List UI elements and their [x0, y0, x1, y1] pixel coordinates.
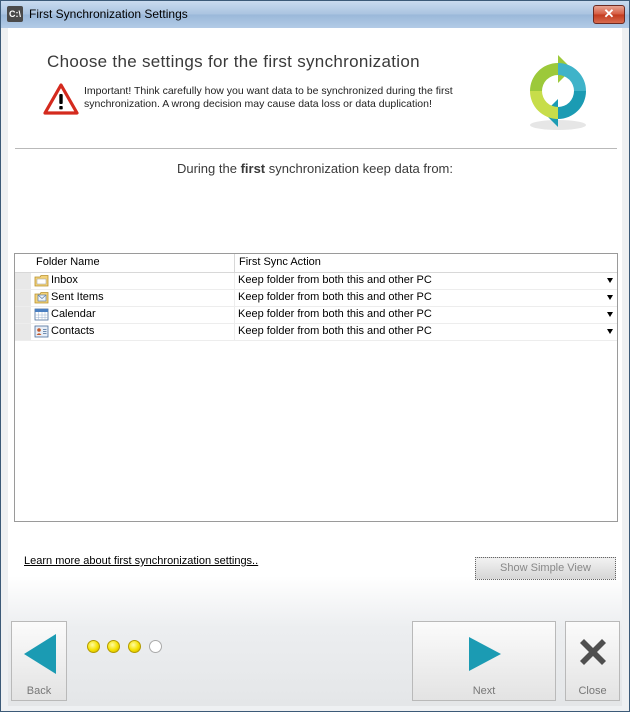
instruction-suffix: synchronization keep data from: [265, 161, 454, 176]
cell-divider [234, 324, 235, 340]
cell-divider [234, 273, 235, 289]
table-row[interactable]: Sent Items Keep folder from both this an… [15, 290, 617, 307]
progress-step-dot [107, 640, 120, 653]
table-row[interactable]: Inbox Keep folder from both this and oth… [15, 273, 617, 290]
dropdown-arrow-icon[interactable] [607, 329, 613, 334]
sync-action-select[interactable]: Keep folder from both this and other PC [238, 325, 432, 337]
contacts-icon [34, 325, 49, 338]
folder-name: Calendar [51, 308, 96, 320]
table-row[interactable]: Contacts Keep folder from both this and … [15, 324, 617, 341]
column-divider[interactable] [234, 254, 235, 272]
window-close-button[interactable]: ✕ [593, 5, 625, 24]
cell-divider [234, 307, 235, 323]
instruction-prefix: During the [176, 161, 241, 176]
row-selector[interactable] [15, 290, 31, 306]
next-button[interactable]: Next [412, 621, 556, 701]
sync-logo-icon [530, 55, 586, 130]
back-arrow-icon [24, 634, 56, 674]
calendar-icon [34, 308, 49, 321]
dialog-content: Choose the settings for the first synchr… [8, 28, 622, 706]
folder-settings-grid: Folder Name First Sync Action Inbox Keep… [14, 253, 618, 522]
dropdown-arrow-icon[interactable] [607, 278, 613, 283]
dropdown-arrow-icon[interactable] [607, 295, 613, 300]
back-button-label: Back [26, 685, 52, 697]
folder-name: Contacts [51, 325, 95, 337]
row-selector[interactable] [15, 273, 31, 289]
close-button-label: Close [578, 685, 607, 697]
sync-instruction: During the first synchronization keep da… [8, 161, 622, 176]
row-selector[interactable] [15, 324, 31, 340]
sync-action-select[interactable]: Keep folder from both this and other PC [238, 291, 432, 303]
next-button-label: Next [472, 685, 496, 697]
folder-name: Sent Items [51, 291, 104, 303]
folder-name: Inbox [51, 274, 78, 286]
instruction-emphasis: first [240, 161, 266, 176]
column-header-folder-name[interactable]: Folder Name [36, 256, 100, 268]
cell-divider [234, 290, 235, 306]
learn-more-link[interactable]: Learn more about first synchronization s… [24, 555, 258, 567]
back-button[interactable]: Back [11, 621, 67, 701]
grid-header: Folder Name First Sync Action [15, 254, 617, 273]
dropdown-arrow-icon[interactable] [607, 312, 613, 317]
title-bar[interactable]: C:\ First Synchronization Settings ✕ [1, 1, 629, 28]
window-title: First Synchronization Settings [29, 7, 188, 21]
row-selector[interactable] [15, 307, 31, 323]
sync-action-select[interactable]: Keep folder from both this and other PC [238, 308, 432, 320]
close-icon [580, 639, 606, 665]
app-icon: C:\ [7, 6, 23, 22]
table-row[interactable]: Calendar Keep folder from both this and … [15, 307, 617, 324]
warning-icon [43, 83, 79, 115]
inbox-folder-icon [34, 275, 49, 287]
progress-step-dot [149, 640, 162, 653]
header-divider [15, 148, 617, 149]
warning-text: Important! Think carefully how you want … [84, 85, 453, 110]
dialog-window: C:\ First Synchronization Settings ✕ Cho… [0, 0, 630, 712]
next-arrow-icon [469, 637, 501, 671]
show-simple-view-button[interactable]: Show Simple View [475, 557, 616, 580]
progress-step-dot [128, 640, 141, 653]
column-header-first-sync-action[interactable]: First Sync Action [239, 256, 321, 268]
close-button[interactable]: Close [565, 621, 620, 701]
sync-action-select[interactable]: Keep folder from both this and other PC [238, 274, 432, 286]
page-title: Choose the settings for the first synchr… [47, 52, 420, 71]
sent-items-folder-icon [34, 292, 49, 304]
progress-step-dot [87, 640, 100, 653]
